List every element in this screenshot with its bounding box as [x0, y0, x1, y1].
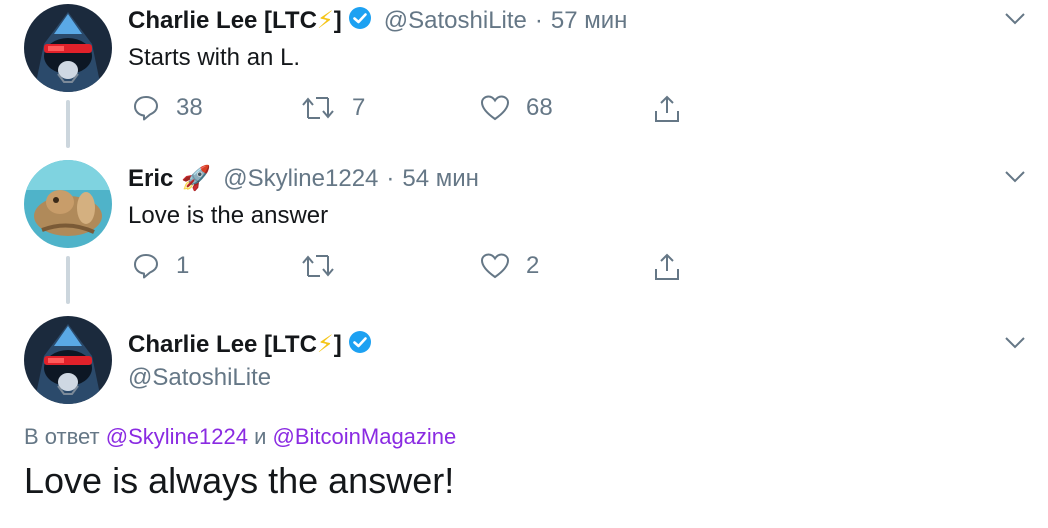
retweet-button[interactable]	[300, 252, 352, 280]
chevron-down-icon[interactable]	[1004, 170, 1026, 189]
reply-icon	[134, 254, 158, 279]
like-count: 2	[526, 252, 540, 279]
thread-line	[66, 256, 70, 304]
avatar[interactable]	[24, 316, 112, 404]
share-button[interactable]	[652, 94, 698, 124]
share-icon	[655, 95, 679, 122]
bolt-emoji: ⚡	[316, 331, 334, 358]
retweet-icon	[302, 255, 334, 277]
mention-link[interactable]: @BitcoinMagazine	[273, 424, 457, 449]
reply-icon	[134, 96, 158, 121]
handle[interactable]: @SatoshiLite	[384, 7, 527, 35]
tweet-text: Starts with an L.	[128, 44, 301, 71]
separator: ·	[534, 6, 543, 34]
display-name[interactable]: Eric	[128, 165, 173, 193]
reply-button[interactable]: 38	[132, 94, 203, 122]
separator: ·	[386, 164, 395, 192]
share-icon	[655, 253, 679, 280]
rocket-emoji: 🚀	[181, 165, 212, 192]
reply-button[interactable]: 1	[132, 252, 189, 280]
retweet-button[interactable]: 7	[300, 94, 365, 122]
like-button[interactable]: 68	[480, 94, 553, 122]
reply-and: и	[254, 424, 267, 449]
tweet-header: Charlie Lee [LTC⚡] @SatoshiLite · 57 мин	[128, 6, 627, 35]
retweet-icon	[302, 97, 334, 119]
tweet-header: Eric 🚀 @Skyline1224 · 54 мин	[128, 164, 479, 193]
avatar[interactable]	[24, 4, 112, 92]
like-button[interactable]: 2	[480, 252, 539, 280]
handle[interactable]: @SatoshiLite	[128, 364, 271, 392]
reply-count: 1	[176, 252, 190, 279]
retweet-count: 7	[352, 94, 366, 121]
tweet-header: Charlie Lee [LTC⚡]	[128, 330, 372, 359]
chevron-down-icon[interactable]	[1004, 12, 1026, 31]
verified-icon	[348, 6, 372, 35]
timestamp[interactable]: 54 мин	[402, 165, 479, 193]
reply-context: В ответ @Skyline1224 и @BitcoinMagazine	[24, 424, 456, 450]
heart-icon	[480, 95, 510, 121]
share-button[interactable]	[652, 252, 698, 282]
handle[interactable]: @Skyline1224	[223, 165, 378, 193]
heart-icon	[480, 253, 510, 279]
bolt-emoji: ⚡	[316, 7, 334, 34]
reply-count: 38	[176, 94, 203, 121]
tweet-text: Love is always the answer!	[24, 460, 455, 501]
thread-line	[66, 100, 70, 148]
display-name[interactable]: Charlie Lee [LTC⚡]	[128, 6, 342, 35]
avatar[interactable]	[24, 160, 112, 248]
chevron-down-icon[interactable]	[1004, 336, 1026, 355]
timestamp[interactable]: 57 мин	[551, 7, 628, 35]
like-count: 68	[526, 94, 553, 121]
display-name[interactable]: Charlie Lee [LTC⚡]	[128, 330, 342, 359]
mention-link[interactable]: @Skyline1224	[106, 424, 248, 449]
verified-icon	[348, 330, 372, 359]
reply-prefix: В ответ	[24, 424, 100, 449]
tweet-text: Love is the answer	[128, 202, 329, 229]
